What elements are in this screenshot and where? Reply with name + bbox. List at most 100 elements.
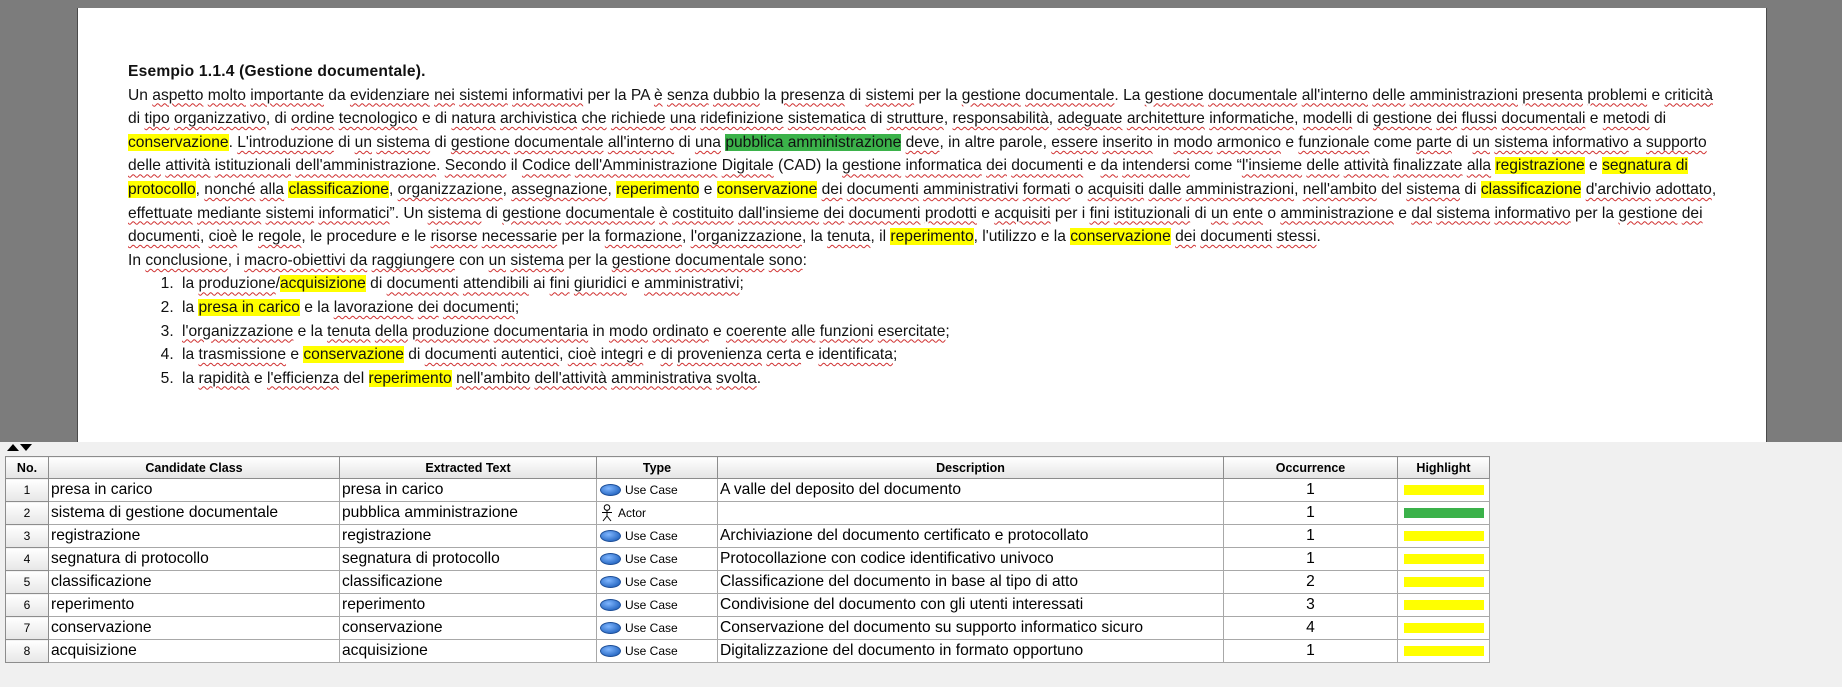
column-header-candidate-class[interactable]: Candidate Class xyxy=(48,456,340,479)
text-run: e xyxy=(643,346,661,364)
highlight-cell[interactable] xyxy=(1397,570,1490,594)
highlight-cell[interactable] xyxy=(1397,501,1490,525)
candidate-class-cell[interactable]: registrazione xyxy=(48,524,340,548)
highlight-cell[interactable] xyxy=(1397,524,1490,548)
column-header-no[interactable]: No. xyxy=(5,456,49,479)
extracted-text-cell[interactable]: acquisizione xyxy=(339,639,597,663)
highlight-color-swatch xyxy=(1403,623,1484,633)
text-run: . xyxy=(1316,228,1321,246)
occurrence-cell[interactable]: 2 xyxy=(1223,570,1398,594)
type-cell[interactable]: Use Case xyxy=(596,570,718,594)
list-item: la presa in carico e la lavorazione dei … xyxy=(178,296,1728,320)
spellcheck-word: Codice xyxy=(521,157,571,175)
spellcheck-word: svolta xyxy=(716,369,757,387)
text-run: e xyxy=(1647,86,1665,104)
spellcheck-word: formati xyxy=(1022,180,1071,198)
row-number[interactable]: 3 xyxy=(5,524,49,548)
type-cell[interactable]: Use Case xyxy=(596,616,718,640)
spellcheck-word: sistema xyxy=(427,204,482,222)
spellcheck-word: flussi xyxy=(1461,110,1498,128)
type-cell[interactable]: Use Case xyxy=(596,593,718,617)
table-row[interactable]: 6 reperimento reperimento Use Case Condivisi… xyxy=(5,593,1490,617)
table-row[interactable]: 3 registrazione registrazione Use Case Archi… xyxy=(5,524,1490,548)
description-cell[interactable]: Protocollazione con codice identificativ… xyxy=(717,547,1224,571)
extracted-text-cell[interactable]: classificazione xyxy=(339,570,597,594)
occurrence-cell[interactable]: 4 xyxy=(1223,616,1398,640)
collapse-down-icon[interactable] xyxy=(20,444,32,451)
use-case-icon xyxy=(600,599,621,611)
description-cell[interactable]: Conservazione del documento su supporto … xyxy=(717,616,1224,640)
table-row[interactable]: 7 conservazione conservazione Use Case Conse… xyxy=(5,616,1490,640)
candidate-class-cell[interactable]: acquisizione xyxy=(48,639,340,663)
description-cell[interactable]: Archiviazione del documento certificato … xyxy=(717,524,1224,548)
spellcheck-word: adottato xyxy=(1655,180,1712,198)
column-header-type[interactable]: Type xyxy=(596,456,718,479)
spellcheck-word: delle xyxy=(1306,157,1340,175)
extracted-text-cell[interactable]: registrazione xyxy=(339,524,597,548)
column-header-highlight[interactable]: Highlight xyxy=(1397,456,1490,479)
type-cell[interactable]: Use Case xyxy=(596,524,718,548)
row-number[interactable]: 1 xyxy=(5,478,49,502)
extracted-text-cell[interactable]: pubblica amministrazione xyxy=(339,501,597,525)
candidate-class-cell[interactable]: classificazione xyxy=(48,570,340,594)
spellcheck-word: produzione xyxy=(412,322,490,340)
candidate-class-cell[interactable]: conservazione xyxy=(48,616,340,640)
extracted-text-cell[interactable]: reperimento xyxy=(339,593,597,617)
candidate-class-table: No. Candidate Class Extracted Text Type … xyxy=(5,456,1490,663)
type-cell[interactable]: Actor xyxy=(596,501,718,525)
description-cell[interactable] xyxy=(717,501,1224,525)
occurrence-cell[interactable]: 1 xyxy=(1223,547,1398,571)
row-number[interactable]: 6 xyxy=(5,593,49,617)
occurrence-cell[interactable]: 1 xyxy=(1223,524,1398,548)
type-cell[interactable]: Use Case xyxy=(596,547,718,571)
table-row[interactable]: 8 acquisizione acquisizione Use Case Digital… xyxy=(5,639,1490,663)
splitter[interactable] xyxy=(0,442,1842,454)
text-run: , di xyxy=(265,110,292,128)
description-cell[interactable]: Condivisione del documento con gli utent… xyxy=(717,593,1224,617)
spellcheck-word: un xyxy=(488,251,507,269)
spellcheck-word: Digitale xyxy=(721,157,774,175)
type-cell[interactable]: Use Case xyxy=(596,478,718,502)
highlight-cell[interactable] xyxy=(1397,616,1490,640)
spellcheck-word: sono xyxy=(768,251,803,269)
highlight-cell[interactable] xyxy=(1397,478,1490,502)
occurrence-cell[interactable]: 1 xyxy=(1223,639,1398,663)
occurrence-cell[interactable]: 1 xyxy=(1223,501,1398,525)
candidate-class-cell[interactable]: presa in carico xyxy=(48,478,340,502)
occurrence-cell[interactable]: 3 xyxy=(1223,593,1398,617)
table-row[interactable]: 5 classificazione classificazione Use Case C… xyxy=(5,570,1490,594)
candidate-class-cell[interactable]: sistema di gestione documentale xyxy=(48,501,340,525)
row-number[interactable]: 7 xyxy=(5,616,49,640)
description-cell[interactable]: Classificazione del documento in base al… xyxy=(717,570,1224,594)
spellcheck-word: metodi xyxy=(1602,110,1650,128)
candidate-class-cell[interactable]: reperimento xyxy=(48,593,340,617)
row-number[interactable]: 2 xyxy=(5,501,49,525)
candidate-class-cell[interactable]: segnatura di protocollo xyxy=(48,547,340,571)
extracted-text-cell[interactable]: presa in carico xyxy=(339,478,597,502)
table-row[interactable]: 4 segnatura di protocollo segnatura di pro… xyxy=(5,547,1490,571)
table-row[interactable]: 1 presa in carico presa in carico Use Case A… xyxy=(5,478,1490,502)
occurrence-cell[interactable]: 1 xyxy=(1223,478,1398,502)
extracted-text-cell[interactable]: conservazione xyxy=(339,616,597,640)
text-run: , xyxy=(1294,110,1303,128)
highlight-cell[interactable] xyxy=(1397,593,1490,617)
type-cell[interactable]: Use Case xyxy=(596,639,718,663)
text-run: e xyxy=(699,180,717,198)
spellcheck-word: acquisiti xyxy=(994,204,1051,222)
document-text[interactable]: Esempio 1.1.4 (Gestione documentale). Un… xyxy=(128,60,1728,390)
column-header-occurrence[interactable]: Occurrence xyxy=(1223,456,1398,479)
highlight-cell[interactable] xyxy=(1397,639,1490,663)
extracted-text-cell[interactable]: segnatura di protocollo xyxy=(339,547,597,571)
description-cell[interactable]: Digitalizzazione del documento in format… xyxy=(717,639,1224,663)
spellcheck-word: dei xyxy=(823,204,845,222)
description-cell[interactable]: A valle del deposito del documento xyxy=(717,478,1224,502)
column-header-extracted-text[interactable]: Extracted Text xyxy=(339,456,597,479)
row-number[interactable]: 4 xyxy=(5,547,49,571)
expand-up-icon[interactable] xyxy=(7,444,19,451)
row-number[interactable]: 8 xyxy=(5,639,49,663)
row-number[interactable]: 5 xyxy=(5,570,49,594)
highlight-cell[interactable] xyxy=(1397,547,1490,571)
table-row[interactable]: 2 sistema di gestione documentale pubblica… xyxy=(5,501,1490,525)
spellcheck-word: da xyxy=(349,251,368,269)
column-header-description[interactable]: Description xyxy=(717,456,1224,479)
